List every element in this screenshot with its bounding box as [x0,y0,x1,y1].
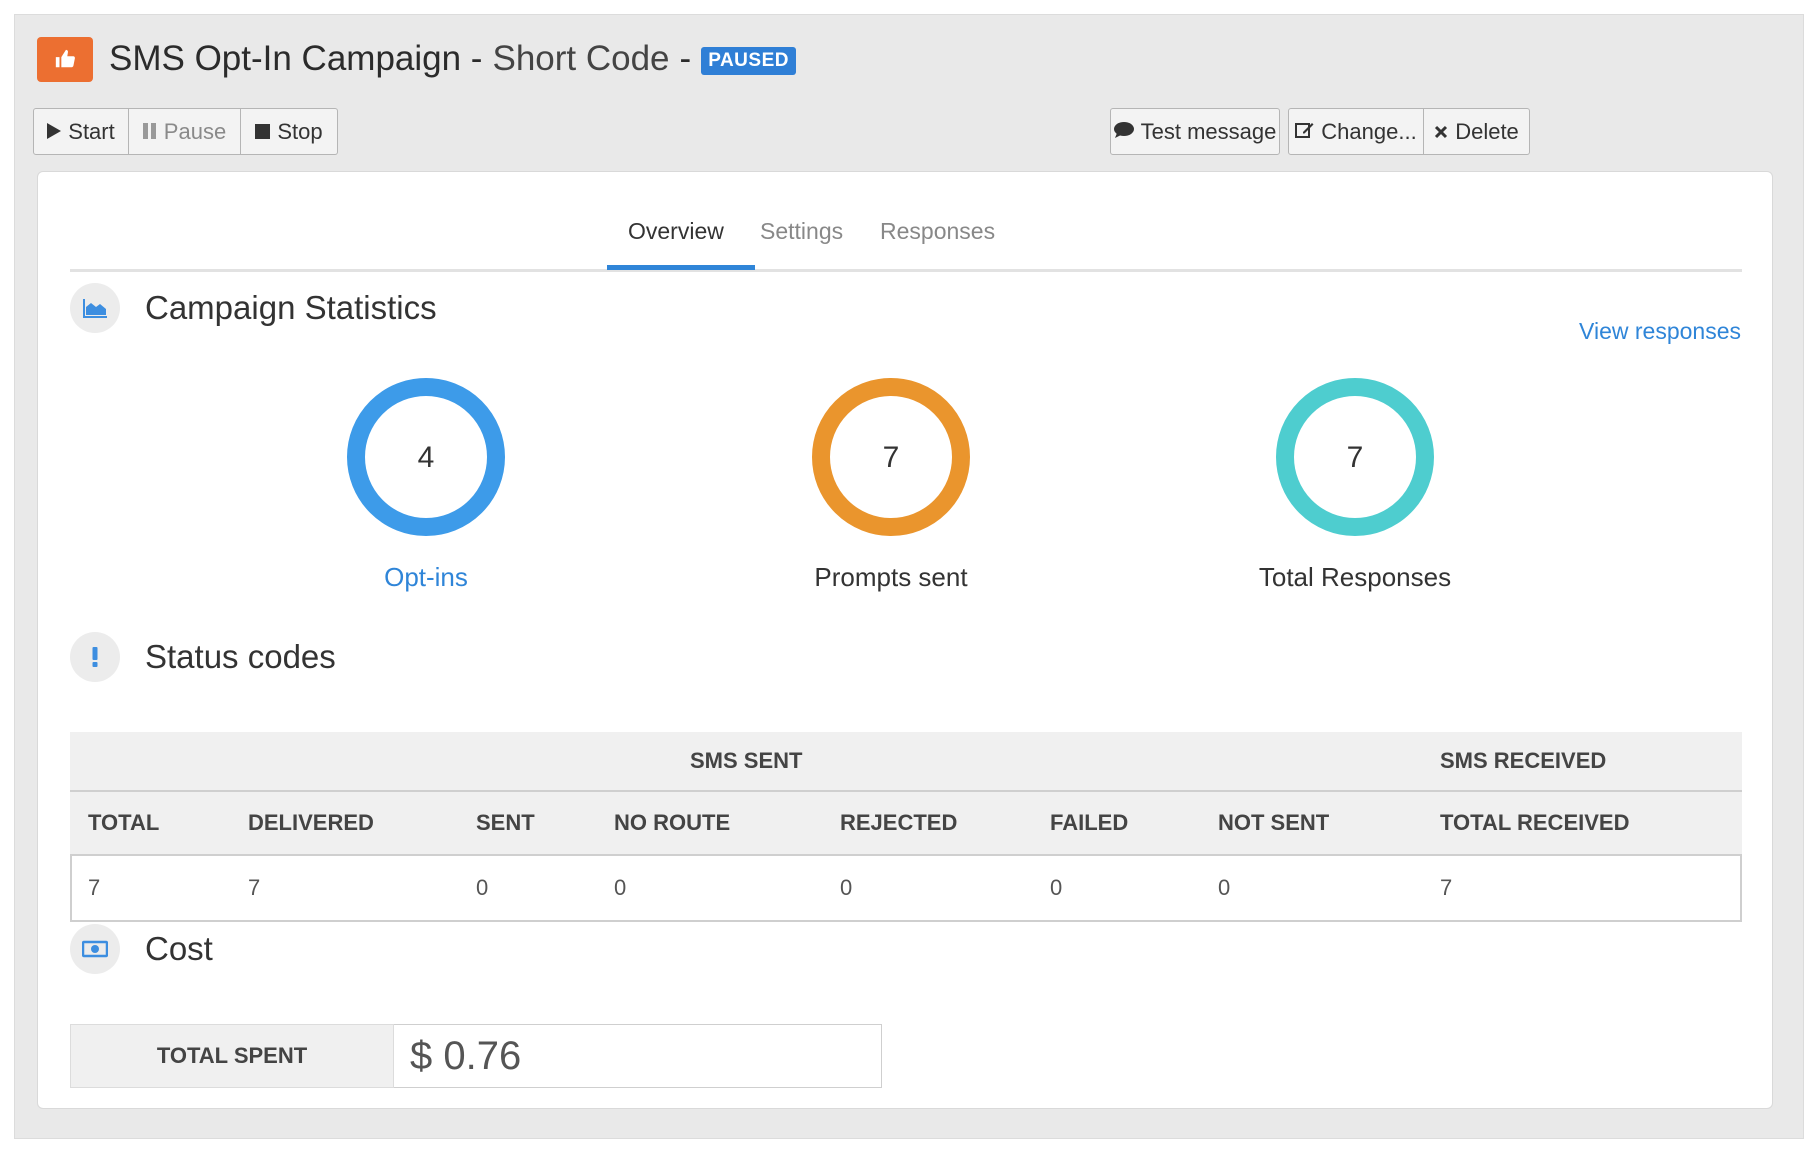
opt-ins-value: 4 [418,441,435,474]
stop-button-label: Stop [277,118,323,144]
edit-icon [1295,119,1314,145]
start-button[interactable]: Start [33,108,129,155]
section-title: Status codes [145,638,336,675]
prompts-sent-ring: 7 [771,377,1011,542]
exclamation-icon [70,632,120,682]
table-cell: 7 [1440,875,1453,900]
cost-header: Cost [70,924,213,974]
pause-button[interactable]: Pause [129,108,241,155]
opt-ins-label[interactable]: Opt-ins [306,562,546,593]
status-codes-header: Status codes [70,632,336,682]
section-title: Campaign Statistics [145,289,437,326]
table-header-row: TOTAL DELIVERED SENT NO ROUTE REJECTED F… [70,792,1742,856]
campaign-actions: Test message [1110,108,1280,155]
campaign-type: Short Code [492,39,670,78]
column-header: DELIVERED [248,810,374,835]
delete-button[interactable]: Delete [1424,108,1530,155]
start-button-label: Start [68,118,115,144]
thumbs-up-icon [37,36,93,82]
edit-actions: Change... Delete [1288,108,1530,155]
table-cell: 7 [248,875,261,900]
total-responses-ring: 7 [1235,377,1475,542]
table-cell: 0 [614,875,627,900]
tab-settings[interactable]: Settings [760,218,843,245]
money-icon [70,924,120,974]
column-header: NO ROUTE [614,810,731,835]
table-cell: 0 [1050,875,1063,900]
column-header: TOTAL RECEIVED [1440,810,1630,835]
page-header: SMS Opt-In Campaign - Short Code - PAUSE… [37,35,796,83]
table-row: 7 7 0 0 0 0 0 7 [70,856,1742,922]
tab-overview[interactable]: Overview [628,218,724,245]
total-responses-value: 7 [1347,441,1364,474]
column-header: TOTAL [88,810,160,835]
change-button[interactable]: Change... [1288,108,1424,155]
prompts-sent-stat: 7 Prompts sent [771,377,1011,593]
column-header: FAILED [1050,810,1129,835]
view-responses-link[interactable]: View responses [1579,318,1741,345]
campaign-name: SMS Opt-In Campaign - [109,39,483,78]
table-group-header: SMS SENT SMS RECEIVED [70,732,1742,792]
delete-button-label: Delete [1455,118,1519,144]
table-cell: 7 [88,875,101,900]
total-spent-value: $ 0.76 [394,1024,882,1088]
campaign-controls: Start Pause Stop [33,108,338,155]
prompts-sent-label: Prompts sent [814,562,968,592]
page-title: SMS Opt-In Campaign - Short Code - PAUSE… [109,39,796,79]
sms-sent-group-header: SMS SENT [690,748,803,773]
campaign-window: SMS Opt-In Campaign - Short Code - PAUSE… [14,14,1804,1139]
pause-icon [142,119,157,145]
status-badge: PAUSED [701,47,796,75]
table-cell: 0 [840,875,853,900]
speech-bubble-icon [1113,119,1134,145]
change-button-label: Change... [1321,118,1417,144]
total-responses-stat: 7 Total Responses [1235,377,1475,593]
prompts-sent-value: 7 [883,441,900,474]
campaign-card: Overview Settings Responses Campaign Sta… [37,171,1773,1109]
opt-ins-stat: 4 Opt-ins [306,377,546,593]
sms-received-group-header: SMS RECEIVED [1440,748,1607,773]
test-message-label: Test message [1140,118,1277,144]
column-header: SENT [476,810,535,835]
tab-responses[interactable]: Responses [880,218,995,245]
stop-button[interactable]: Stop [241,108,338,155]
pause-button-label: Pause [163,118,227,144]
table-cell: 0 [476,875,489,900]
total-responses-label: Total Responses [1258,562,1452,592]
opt-ins-ring: 4 [306,377,546,542]
cost-summary: TOTAL SPENT $ 0.76 [70,1024,882,1088]
play-icon [47,119,62,145]
status-codes-table: SMS SENT SMS RECEIVED TOTAL DELIVERED SE… [70,732,1742,922]
tab-bar: Overview Settings Responses [70,192,1742,272]
section-title: Cost [145,930,213,967]
total-spent-label: TOTAL SPENT [70,1024,394,1088]
column-header: REJECTED [840,810,958,835]
column-header: NOT SENT [1218,810,1330,835]
area-chart-icon [70,283,120,333]
stop-icon [255,119,271,145]
campaign-statistics-header: Campaign Statistics [70,283,437,333]
title-separator: - [679,39,692,78]
test-message-button[interactable]: Test message [1110,108,1280,155]
table-cell: 0 [1218,875,1231,900]
close-icon [1434,119,1448,145]
active-tab-indicator [607,265,755,270]
